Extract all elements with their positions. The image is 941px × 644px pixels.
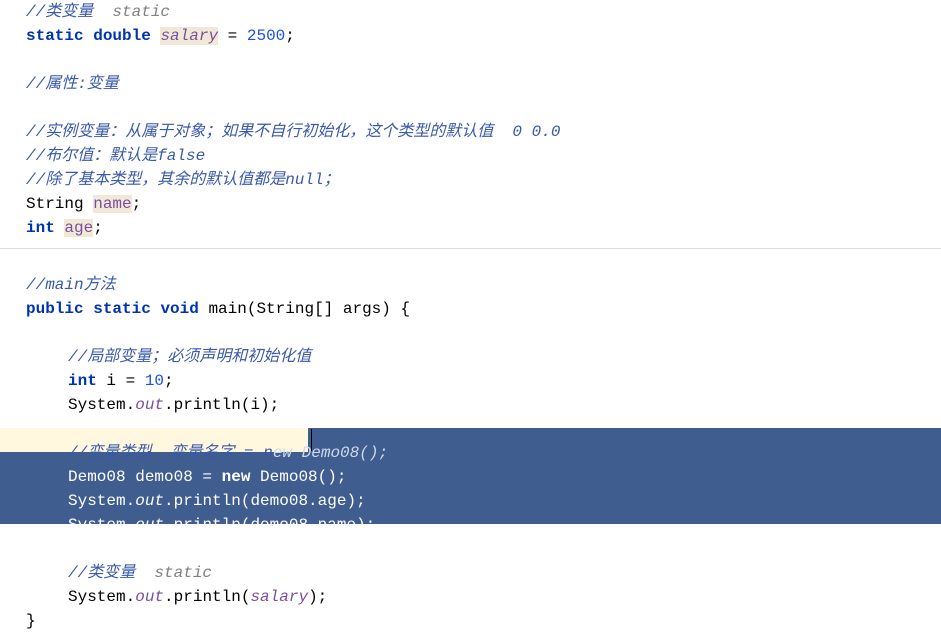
code-line[interactable]: //属性:变量 [0, 72, 941, 96]
blank-line[interactable] [0, 537, 941, 561]
code-line[interactable]: int age; [0, 216, 941, 240]
code-line[interactable]: public static void main(String[] args) { [0, 297, 941, 321]
code-line[interactable]: } [0, 609, 941, 633]
code-line[interactable]: //类变量 static [0, 0, 941, 24]
code-line[interactable]: //main方法 [0, 273, 941, 297]
code-line[interactable]: //变量类型 变量名字 = new Demo08(); [0, 441, 941, 465]
code-line[interactable]: System.out.println(demo08.age); [0, 489, 941, 513]
code-editor[interactable]: //类变量 static static double salary = 2500… [0, 0, 941, 633]
code-line[interactable]: //局部变量；必须声明和初始化值 [0, 345, 941, 369]
blank-line[interactable] [0, 48, 941, 72]
code-line[interactable]: static double salary = 2500; [0, 24, 941, 48]
section-divider [0, 248, 941, 273]
code-line[interactable]: //除了基本类型，其余的默认值都是null； [0, 168, 941, 192]
code-line[interactable]: //布尔值：默认是false [0, 144, 941, 168]
blank-line[interactable] [0, 417, 941, 441]
code-line[interactable]: String name; [0, 192, 941, 216]
text-caret [311, 429, 312, 451]
code-line[interactable]: Demo08 demo08 = new Demo08(); [0, 465, 941, 489]
blank-line[interactable] [0, 321, 941, 345]
code-line[interactable]: System.out.println(i); [0, 393, 941, 417]
blank-line[interactable] [0, 96, 941, 120]
code-line[interactable]: int i = 10; [0, 369, 941, 393]
code-line[interactable]: System.out.println(demo08.name); [0, 513, 941, 537]
code-line[interactable]: //类变量 static [0, 561, 941, 585]
code-line[interactable]: System.out.println(salary); [0, 585, 941, 609]
code-line[interactable]: //实例变量：从属于对象；如果不自行初始化，这个类型的默认值 0 0.0 [0, 120, 941, 144]
